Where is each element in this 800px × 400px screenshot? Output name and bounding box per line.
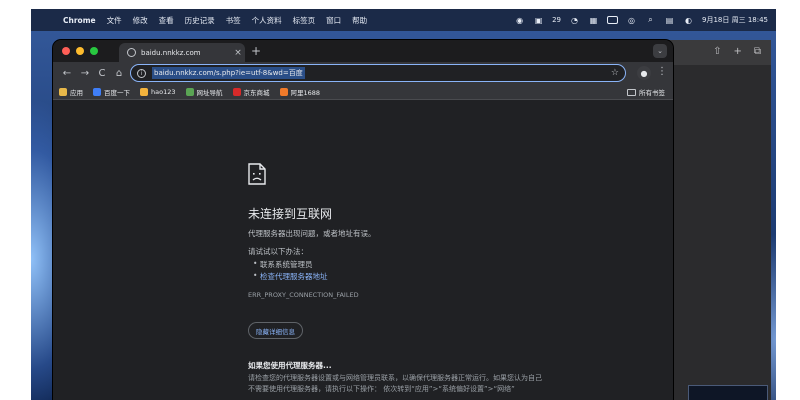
tab-search-button[interactable]: ⌄ [653, 44, 667, 58]
browser-toolbar: ← → C ⌂ i baidu.nnkkz.com/s.php?ie=utf-8… [53, 62, 673, 84]
sad-page-icon [248, 163, 266, 185]
back-button[interactable]: ← [59, 65, 75, 81]
bookmark-label: 京东商城 [243, 88, 270, 97]
menu-tabs[interactable]: 标签页 [293, 15, 316, 26]
address-bar[interactable]: i baidu.nnkkz.com/s.php?ie=utf-8&wd=百度 ☆ [130, 64, 626, 82]
menu-bookmarks[interactable]: 书签 [226, 15, 241, 26]
error-page: 未连接到互联网 代理服务器出现问题，或者地址有误。 请试试以下办法： 联系系统管… [53, 100, 673, 400]
menu-help[interactable]: 帮助 [352, 15, 367, 26]
bookmark-apps[interactable]: 应用 [59, 87, 83, 97]
menu-window[interactable]: 窗口 [326, 15, 341, 26]
bookmarks-bar: 应用 百度一下 hao123 网址导航 京东商城 阿里1688 所有书签 [53, 84, 673, 100]
control-center-icon[interactable]: ▤ [664, 15, 675, 26]
bookmark-jd[interactable]: 京东商城 [232, 87, 270, 97]
home-button[interactable]: ⌂ [111, 65, 127, 81]
forward-button[interactable]: → [77, 65, 93, 81]
clock[interactable]: 9月18日 周三 18:45 [702, 15, 768, 25]
bookmark-label: 应用 [70, 88, 83, 97]
wechat-icon[interactable]: ◉ [514, 15, 525, 26]
menu-profiles[interactable]: 个人资料 [252, 15, 282, 26]
menu-view[interactable]: 查看 [159, 15, 174, 26]
tab-strip: baidu.nnkkz.com × + ⌄ [53, 40, 673, 62]
bookmark-label: 百度一下 [104, 88, 130, 97]
siri-icon[interactable]: ◐ [683, 15, 694, 26]
alibaba-icon [279, 87, 288, 96]
new-tab-icon[interactable]: + [733, 46, 741, 57]
proxy-help-text: 请检查您的代理服务器设置或与网络管理员联系，以确保代理服务器正常运行。如果您认为… [248, 374, 542, 393]
fullscreen-window-button[interactable] [90, 47, 98, 55]
bookmark-star-icon[interactable]: ☆ [611, 68, 619, 78]
bookmark-baidu[interactable]: 百度一下 [93, 87, 130, 97]
folder-icon [627, 88, 636, 96]
try-label: 请试试以下办法： [248, 247, 308, 256]
menu-history[interactable]: 历史记录 [185, 15, 215, 26]
url-text[interactable]: baidu.nnkkz.com/s.php?ie=utf-8&wd=百度 [152, 67, 305, 79]
menu-file[interactable]: 文件 [107, 15, 122, 26]
profile-avatar[interactable]: ● [637, 66, 651, 80]
hao123-icon [140, 87, 148, 96]
site-info-icon[interactable]: i [137, 68, 146, 78]
chrome-window: baidu.nnkkz.com × + ⌄ ← → C ⌂ i baidu.nn… [53, 40, 673, 400]
notification-icon[interactable]: ▣ [533, 15, 544, 26]
minimize-window-button[interactable] [76, 47, 84, 55]
apps-grid-icon [59, 87, 67, 96]
hide-details-button[interactable]: 隐藏详细信息 [248, 322, 303, 339]
suggestion-check-proxy-link[interactable]: 检查代理服务器地址 [253, 271, 327, 282]
chrome-menu-icon[interactable]: ⋮ [657, 66, 667, 77]
proxy-heading: 如果您使用代理服务器... [248, 361, 332, 370]
bookmark-label: 阿里1688 [290, 88, 321, 97]
close-window-button[interactable] [62, 47, 70, 55]
window-controls [62, 47, 98, 55]
tabs-overview-icon[interactable]: ⧉ [754, 46, 761, 57]
bookmark-label: 网址导航 [196, 88, 223, 97]
jd-icon [232, 87, 241, 96]
tab-active[interactable]: baidu.nnkkz.com × [119, 43, 245, 62]
menu-bar: Chrome 文件 修改 查看 历史记录 书签 个人资料 标签页 窗口 帮助 ◉… [31, 9, 776, 31]
new-tab-button[interactable]: + [251, 44, 261, 58]
bookmark-nav[interactable]: 网址导航 [185, 87, 223, 97]
menu-app-name[interactable]: Chrome [63, 16, 96, 25]
suggestion-contact-admin: 联系系统管理员 [253, 259, 312, 270]
all-bookmarks-label: 所有书签 [639, 89, 665, 97]
search-icon[interactable]: ⌕ [645, 15, 656, 26]
globe-icon [127, 48, 136, 57]
error-code: ERR_PROXY_CONNECTION_FAILED [248, 291, 359, 299]
timer-icon[interactable]: ◔ [569, 15, 580, 26]
bookmark-1688[interactable]: 阿里1688 [279, 87, 321, 97]
tab-title: baidu.nnkkz.com [141, 48, 201, 57]
window-thumbnail[interactable] [688, 385, 768, 400]
cast-icon[interactable]: ◎ [626, 15, 637, 26]
badge-count: 29 [552, 16, 562, 24]
all-bookmarks[interactable]: 所有书签 [627, 84, 665, 100]
reload-button[interactable]: C [94, 65, 110, 81]
input-method-icon[interactable]: ▦ [588, 15, 599, 26]
house-icon [185, 87, 194, 96]
error-title: 未连接到互联网 [248, 207, 333, 221]
close-tab-icon[interactable]: × [231, 48, 245, 58]
status-area: ◉ ▣ 29 ◔ ▦ ◎ ⌕ ▤ ◐ 9月18日 周三 18:45 [514, 9, 768, 31]
menu-edit[interactable]: 修改 [133, 15, 148, 26]
error-description: 代理服务器出现问题，或者地址有误。 [248, 229, 376, 238]
bookmark-hao123[interactable]: hao123 [140, 87, 176, 96]
battery-icon[interactable] [607, 16, 619, 24]
bookmark-label: hao123 [151, 87, 176, 96]
baidu-icon [93, 87, 101, 96]
share-icon[interactable]: ⇧ [713, 46, 721, 57]
